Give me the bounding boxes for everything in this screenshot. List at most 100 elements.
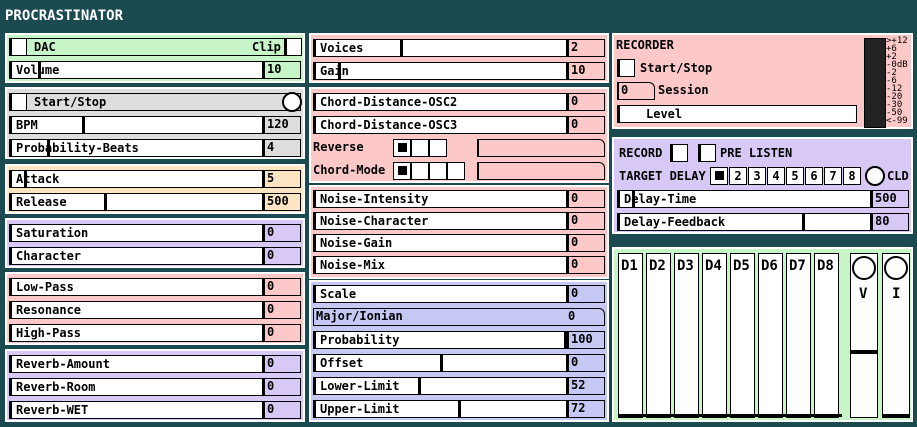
channel-d8-fader[interactable]: D8 (814, 253, 839, 418)
reverb-room-slider[interactable]: Reverb-Room (9, 378, 263, 396)
delay-feedback-slider[interactable]: Delay-Feedback (617, 213, 871, 231)
chord-osc2-number[interactable]: 0 (567, 93, 605, 111)
reverb-amount-slider[interactable]: Reverb-Amount (9, 355, 263, 373)
reverb-wet-number[interactable]: 0 (263, 401, 301, 419)
voices-slider-handle[interactable] (400, 40, 403, 56)
character-slider[interactable]: Character (9, 247, 263, 265)
start-stop-bang[interactable] (282, 92, 302, 112)
lower-limit-slider-handle[interactable] (418, 378, 421, 394)
noise-character-slider[interactable]: Noise-Character (313, 212, 567, 230)
lower-limit-number[interactable]: 52 (567, 377, 605, 395)
high-pass-number[interactable]: 0 (263, 324, 301, 342)
noise-intensity-number[interactable]: 0 (567, 190, 605, 208)
voices-number[interactable]: 2 (567, 39, 605, 57)
i-bang[interactable] (884, 256, 908, 280)
noise-mix-number[interactable]: 0 (567, 256, 605, 274)
upper-limit-slider[interactable]: Upper-Limit (313, 400, 567, 418)
gain-number[interactable]: 10 (567, 62, 605, 80)
lower-limit-slider[interactable]: Lower-Limit (313, 377, 567, 395)
scale-slider[interactable]: Scale (313, 285, 567, 303)
reverse-radio[interactable] (393, 139, 449, 157)
noise-mix-slider[interactable]: Noise-Mix (313, 256, 567, 274)
reverse-option-1[interactable] (393, 139, 411, 157)
chord-mode-option-4[interactable] (447, 162, 465, 180)
upper-limit-slider-handle[interactable] (458, 401, 461, 417)
delay-time-slider[interactable]: Delay-Time (617, 190, 871, 208)
level-slider[interactable]: Level (617, 105, 857, 123)
target-delay-8[interactable]: 8 (843, 167, 861, 185)
delay-feedback-slider-handle[interactable] (802, 214, 805, 230)
low-pass-number[interactable]: 0 (263, 278, 301, 296)
noise-character-number[interactable]: 0 (567, 212, 605, 230)
dac-toggle[interactable] (9, 38, 27, 56)
saturation-number[interactable]: 0 (263, 224, 301, 242)
start-stop-toggle[interactable] (9, 93, 27, 111)
reverse-option-3[interactable] (429, 139, 447, 157)
delay-time-number[interactable]: 500 (871, 190, 909, 208)
upper-limit-number[interactable]: 72 (567, 400, 605, 418)
chord-mode-option-2[interactable] (411, 162, 429, 180)
target-delay-4[interactable]: 4 (767, 167, 785, 185)
resonance-slider[interactable]: Resonance (9, 301, 263, 319)
voices-slider[interactable]: Voices (313, 39, 567, 57)
target-delay-3[interactable]: 3 (748, 167, 766, 185)
delay-time-slider-handle[interactable] (632, 191, 635, 207)
noise-gain-slider[interactable]: Noise-Gain (313, 234, 567, 252)
v-fader-handle[interactable] (851, 350, 877, 354)
volume-slider[interactable]: Volume (9, 61, 263, 79)
attack-slider[interactable]: Attack (9, 170, 263, 188)
character-number[interactable]: 0 (263, 247, 301, 265)
offset-slider-handle[interactable] (440, 355, 443, 371)
saturation-slider[interactable]: Saturation (9, 224, 263, 242)
v-bang[interactable] (852, 256, 876, 280)
reverb-wet-slider[interactable]: Reverb-WET (9, 401, 263, 419)
delay-feedback-number[interactable]: 80 (871, 213, 909, 231)
prob-beats-slider-handle[interactable] (47, 140, 50, 156)
chord-osc2-slider[interactable]: Chord-Distance-OSC2 (313, 93, 567, 111)
bpm-slider-handle[interactable] (82, 117, 85, 133)
bpm-slider[interactable]: BPM (9, 116, 263, 134)
probability-number[interactable]: 100 (567, 331, 605, 349)
high-pass-slider[interactable]: High-Pass (9, 324, 263, 342)
chord-osc3-number[interactable]: 0 (567, 116, 605, 134)
major-ionian-menu[interactable]: Major/Ionian 0 (313, 308, 605, 326)
target-delay-7[interactable]: 7 (824, 167, 842, 185)
reverb-amount-number[interactable]: 0 (263, 355, 301, 373)
channel-d4-fader[interactable]: D4 (702, 253, 727, 418)
attack-slider-handle[interactable] (24, 171, 27, 187)
offset-slider[interactable]: Offset (313, 354, 567, 372)
target-delay-6[interactable]: 6 (805, 167, 823, 185)
session-number[interactable]: 0 (617, 82, 655, 100)
gain-slider[interactable]: Gain (313, 62, 567, 80)
channel-d7-fader[interactable]: D7 (786, 253, 811, 418)
release-slider[interactable]: Release (9, 193, 263, 211)
cld-bang[interactable] (865, 166, 885, 186)
bpm-number[interactable]: 120 (263, 116, 301, 134)
channel-d3-fader[interactable]: D3 (674, 253, 699, 418)
prob-beats-number[interactable]: 4 (263, 139, 301, 157)
reverb-room-number[interactable]: 0 (263, 378, 301, 396)
target-delay-radio[interactable]: 2 3 4 5 6 7 8 (710, 167, 862, 185)
low-pass-slider[interactable]: Low-Pass (9, 278, 263, 296)
channel-d2-fader[interactable]: D2 (646, 253, 671, 418)
probability-slider[interactable]: Probability (313, 331, 567, 349)
chord-mode-option-1[interactable] (393, 162, 411, 180)
reverse-option-2[interactable] (411, 139, 429, 157)
channel-d5-fader[interactable]: D5 (730, 253, 755, 418)
attack-number[interactable]: 5 (263, 170, 301, 188)
resonance-number[interactable]: 0 (263, 301, 301, 319)
target-delay-2[interactable]: 2 (729, 167, 747, 185)
chord-mode-radio[interactable] (393, 162, 469, 180)
release-slider-handle[interactable] (104, 194, 107, 210)
offset-number[interactable]: 0 (567, 354, 605, 372)
channel-d1-fader[interactable]: D1 (618, 253, 643, 418)
i-fader-handle[interactable] (883, 414, 909, 417)
pre-listen-toggle[interactable] (698, 144, 716, 162)
prob-beats-slider[interactable]: Probability-Beats (9, 139, 263, 157)
noise-intensity-slider[interactable]: Noise-Intensity (313, 190, 567, 208)
scale-number[interactable]: 0 (567, 285, 605, 303)
gain-slider-handle[interactable] (338, 63, 341, 79)
release-number[interactable]: 500 (263, 193, 301, 211)
record-toggle[interactable] (670, 144, 688, 162)
chord-mode-option-3[interactable] (429, 162, 447, 180)
